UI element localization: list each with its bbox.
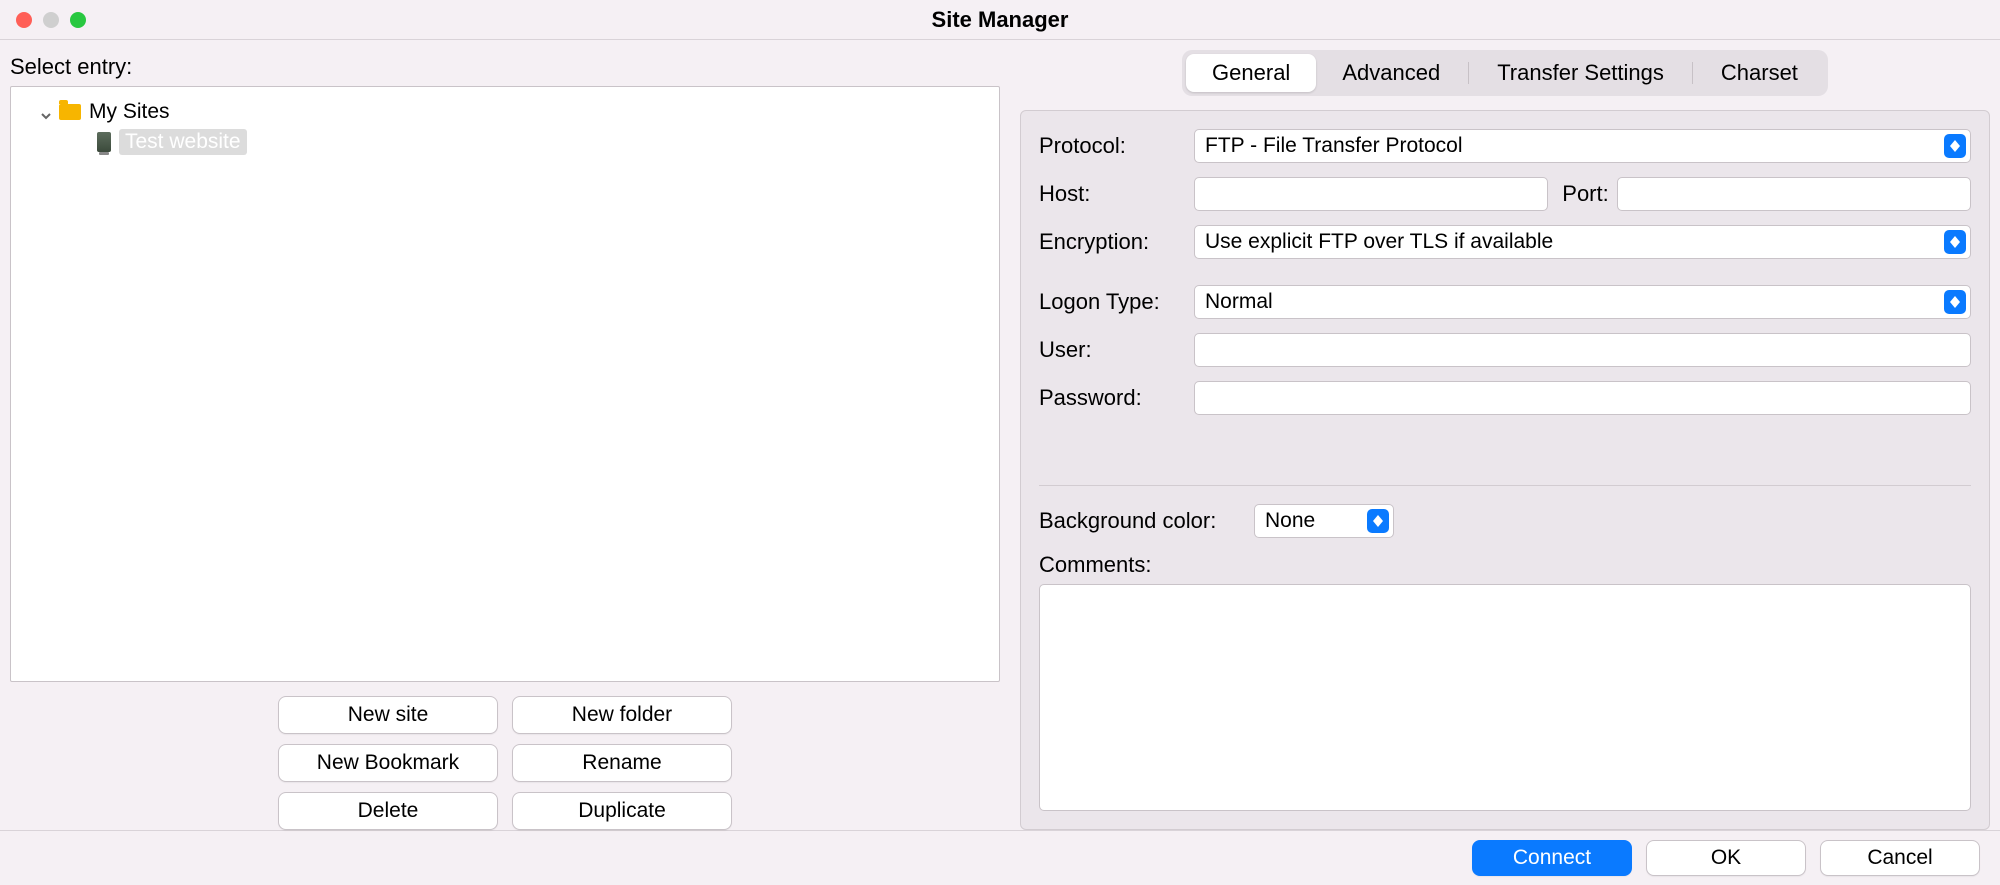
- delete-button[interactable]: Delete: [278, 792, 498, 830]
- ok-button[interactable]: OK: [1646, 840, 1806, 876]
- window-zoom-button[interactable]: [70, 12, 86, 28]
- password-input[interactable]: [1194, 381, 1971, 415]
- updown-icon: [1367, 509, 1389, 533]
- tab-charset[interactable]: Charset: [1695, 54, 1824, 92]
- comments-label: Comments:: [1039, 552, 1971, 578]
- select-entry-label: Select entry:: [10, 54, 1000, 80]
- right-column: General Advanced Transfer Settings Chars…: [1020, 50, 1990, 830]
- left-column: Select entry: My Sites Test website New …: [10, 50, 1000, 830]
- tree-root-label: My Sites: [89, 100, 170, 124]
- folder-icon: [59, 104, 81, 120]
- protocol-select[interactable]: FTP - File Transfer Protocol: [1194, 129, 1971, 163]
- tree-item-label: Test website: [119, 129, 247, 155]
- new-folder-button[interactable]: New folder: [512, 696, 732, 734]
- updown-icon: [1944, 230, 1966, 254]
- content: Select entry: My Sites Test website New …: [0, 40, 2000, 830]
- host-input[interactable]: [1194, 177, 1548, 211]
- new-site-button[interactable]: New site: [278, 696, 498, 734]
- host-label: Host:: [1039, 181, 1194, 207]
- cancel-button[interactable]: Cancel: [1820, 840, 1980, 876]
- window-close-button[interactable]: [16, 12, 32, 28]
- password-label: Password:: [1039, 385, 1194, 411]
- encryption-select[interactable]: Use explicit FTP over TLS if available: [1194, 225, 1971, 259]
- encryption-label: Encryption:: [1039, 229, 1194, 255]
- titlebar: Site Manager: [0, 0, 2000, 40]
- site-action-buttons: New site New folder New Bookmark Rename …: [10, 696, 1000, 830]
- tab-transfer-settings[interactable]: Transfer Settings: [1471, 54, 1690, 92]
- user-input[interactable]: [1194, 333, 1971, 367]
- server-icon: [97, 132, 111, 152]
- connect-button[interactable]: Connect: [1472, 840, 1632, 876]
- logon-type-value: Normal: [1205, 290, 1944, 314]
- window-minimize-button[interactable]: [43, 12, 59, 28]
- protocol-label: Protocol:: [1039, 133, 1194, 159]
- tab-separator: [1692, 62, 1693, 84]
- tab-general[interactable]: General: [1186, 54, 1316, 92]
- window-title: Site Manager: [0, 7, 2000, 33]
- traffic-lights: [16, 12, 86, 28]
- comments-textarea[interactable]: [1039, 584, 1971, 811]
- bg-color-label: Background color:: [1039, 508, 1254, 534]
- updown-icon: [1944, 134, 1966, 158]
- duplicate-button[interactable]: Duplicate: [512, 792, 732, 830]
- updown-icon: [1944, 290, 1966, 314]
- panel-divider: [1039, 485, 1971, 486]
- site-tree[interactable]: My Sites Test website: [10, 86, 1000, 682]
- rename-button[interactable]: Rename: [512, 744, 732, 782]
- tree-row-root[interactable]: My Sites: [19, 97, 991, 127]
- encryption-value: Use explicit FTP over TLS if available: [1205, 230, 1944, 254]
- tab-bar: General Advanced Transfer Settings Chars…: [1182, 50, 1828, 96]
- logon-type-select[interactable]: Normal: [1194, 285, 1971, 319]
- general-panel: Protocol: FTP - File Transfer Protocol H…: [1020, 110, 1990, 830]
- logon-type-label: Logon Type:: [1039, 289, 1194, 315]
- tab-advanced[interactable]: Advanced: [1316, 54, 1466, 92]
- bg-color-value: None: [1265, 509, 1367, 533]
- protocol-value: FTP - File Transfer Protocol: [1205, 134, 1944, 158]
- user-label: User:: [1039, 337, 1194, 363]
- port-label: Port:: [1562, 181, 1608, 207]
- dialog-footer: Connect OK Cancel: [0, 830, 2000, 884]
- chevron-down-icon[interactable]: [39, 105, 53, 119]
- new-bookmark-button[interactable]: New Bookmark: [278, 744, 498, 782]
- tab-separator: [1468, 62, 1469, 84]
- bg-color-select[interactable]: None: [1254, 504, 1394, 538]
- tree-row-item[interactable]: Test website: [19, 127, 991, 157]
- port-input[interactable]: [1617, 177, 1971, 211]
